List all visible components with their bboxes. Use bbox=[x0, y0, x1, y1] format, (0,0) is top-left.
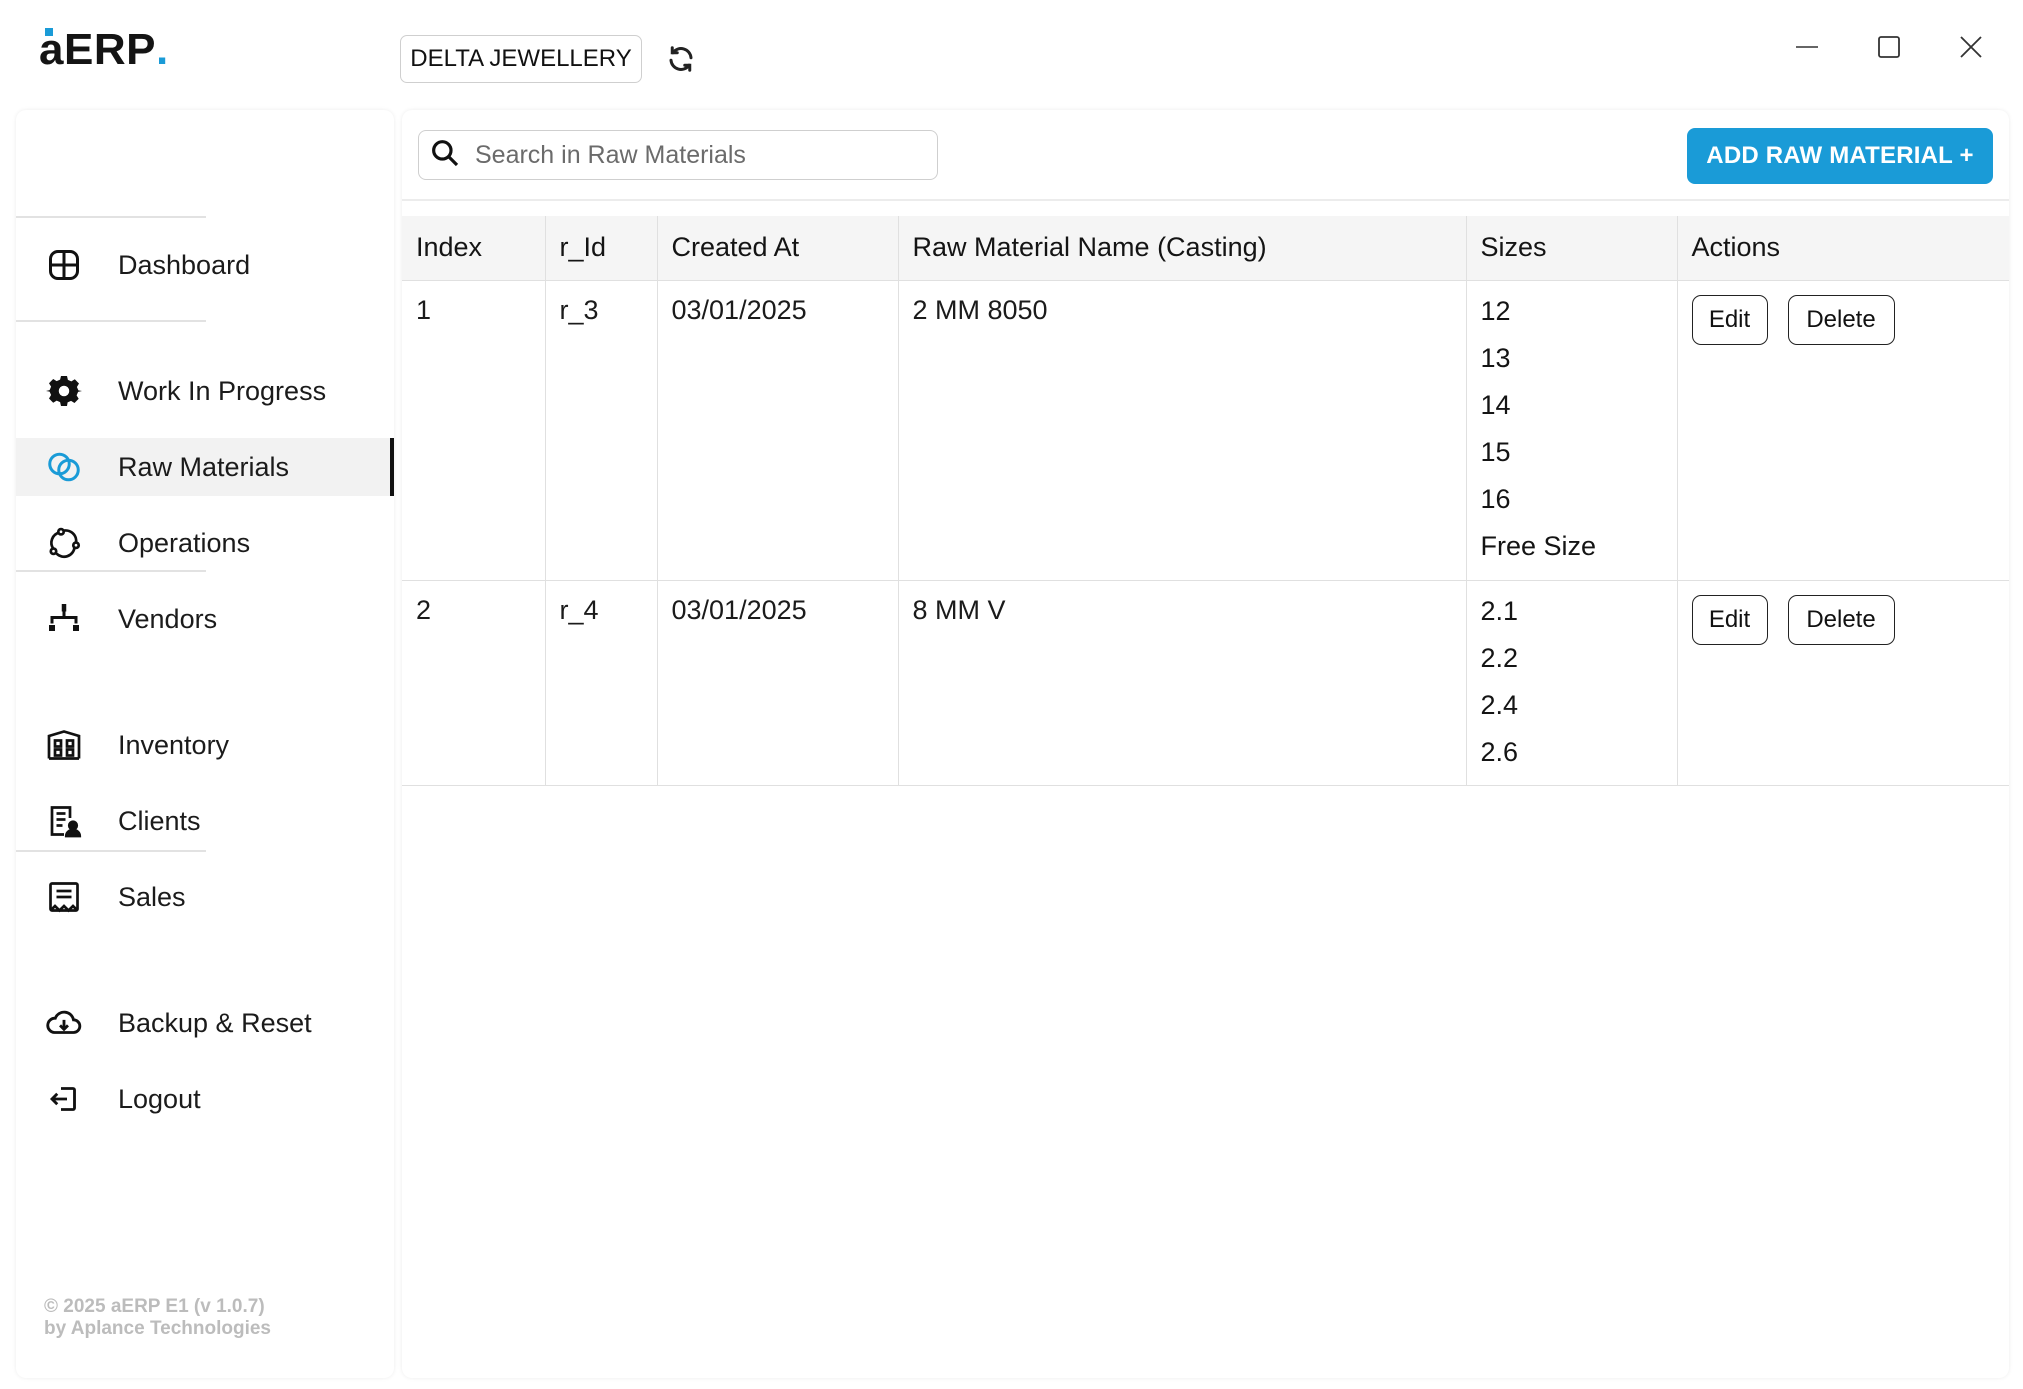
footer-version: © 2025 aERP E1 (v 1.0.7) bbox=[44, 1296, 265, 1317]
size-value: Free Size bbox=[1480, 530, 1597, 561]
cell-sizes: 12 13 14 15 16 Free Size bbox=[1466, 280, 1678, 581]
sidebar-item-work-in-progress[interactable]: Work In Progress bbox=[16, 362, 394, 420]
toolbar-divider bbox=[402, 199, 2009, 201]
cell-actions: Edit Delete bbox=[1677, 280, 2009, 581]
cell-created-at: 03/01/2025 bbox=[657, 280, 899, 581]
logo-text: aERP bbox=[39, 25, 156, 74]
title-bar: aERP. DELTA JEWELLERY bbox=[0, 0, 2023, 106]
cell-actions: Edit Delete bbox=[1677, 580, 2009, 786]
sidebar-item-logout[interactable]: Logout bbox=[16, 1070, 394, 1128]
table-row[interactable]: 1 r_3 03/01/2025 2 MM 8050 12 13 14 15 1… bbox=[402, 280, 2009, 581]
column-header-actions: Actions bbox=[1677, 216, 2009, 281]
logo-dot: . bbox=[155, 25, 169, 74]
raw-materials-icon bbox=[44, 447, 84, 487]
footer-company: by Aplance Technologies bbox=[44, 1318, 271, 1339]
logo-accent bbox=[45, 28, 53, 36]
sidebar-item-vendors[interactable]: Vendors bbox=[16, 590, 394, 648]
cell-index: 1 bbox=[402, 280, 546, 581]
delete-button[interactable]: Delete bbox=[1787, 294, 1895, 345]
gear-icon bbox=[44, 371, 84, 411]
sidebar-item-inventory[interactable]: Inventory bbox=[16, 716, 394, 774]
sidebar: Dashboard Work In Progress Raw Materials… bbox=[16, 110, 394, 1378]
cell-index: 2 bbox=[402, 580, 546, 786]
logout-icon bbox=[44, 1079, 84, 1119]
refresh-icon[interactable] bbox=[662, 40, 700, 78]
cell-r-id: r_3 bbox=[545, 280, 658, 581]
cell-name: 2 MM 8050 bbox=[898, 280, 1467, 581]
minimize-icon[interactable] bbox=[1782, 22, 1832, 72]
operations-icon bbox=[44, 523, 84, 563]
size-value: 13 bbox=[1480, 342, 1511, 373]
sidebar-item-label: Vendors bbox=[118, 603, 218, 634]
size-value: 2.6 bbox=[1480, 736, 1519, 767]
search-field[interactable] bbox=[418, 130, 938, 180]
sidebar-item-label: Work In Progress bbox=[118, 375, 327, 406]
sidebar-divider bbox=[16, 216, 206, 218]
cell-created-at: 03/01/2025 bbox=[657, 580, 899, 786]
sales-icon bbox=[44, 877, 84, 917]
edit-button[interactable]: Edit bbox=[1691, 594, 1768, 645]
edit-button[interactable]: Edit bbox=[1691, 294, 1768, 345]
size-value: 16 bbox=[1480, 483, 1511, 514]
column-header-created-at[interactable]: Created At bbox=[657, 216, 899, 281]
column-header-sizes[interactable]: Sizes bbox=[1466, 216, 1678, 281]
size-value: 2.4 bbox=[1480, 689, 1519, 720]
sidebar-item-backup-reset[interactable]: Backup & Reset bbox=[16, 994, 394, 1052]
sidebar-item-label: Inventory bbox=[118, 729, 230, 760]
clients-icon bbox=[44, 801, 84, 841]
column-header-name[interactable]: Raw Material Name (Casting) bbox=[898, 216, 1467, 281]
cell-name: 8 MM V bbox=[898, 580, 1467, 786]
table-header-row: Index r_Id Created At Raw Material Name … bbox=[402, 216, 2009, 281]
maximize-icon[interactable] bbox=[1864, 22, 1914, 72]
sidebar-divider bbox=[16, 320, 206, 322]
inventory-icon bbox=[44, 725, 84, 765]
cell-sizes: 2.1 2.2 2.4 2.6 bbox=[1466, 580, 1678, 786]
sidebar-item-label: Dashboard bbox=[118, 249, 251, 280]
company-selector-button[interactable]: DELTA JEWELLERY bbox=[400, 35, 642, 83]
size-value: 2.1 bbox=[1480, 595, 1519, 626]
cell-r-id: r_4 bbox=[545, 580, 658, 786]
search-icon bbox=[429, 137, 461, 174]
table-row[interactable]: 2 r_4 03/01/2025 8 MM V 2.1 2.2 2.4 2.6 … bbox=[402, 580, 2009, 786]
main-panel: ADD RAW MATERIAL + Index r_Id Created At… bbox=[402, 110, 2009, 1378]
sidebar-item-label: Sales bbox=[118, 881, 186, 912]
sidebar-item-operations[interactable]: Operations bbox=[16, 514, 394, 572]
vendors-icon bbox=[44, 599, 84, 639]
raw-materials-table: Index r_Id Created At Raw Material Name … bbox=[402, 216, 2009, 786]
app-logo: aERP. bbox=[39, 20, 168, 80]
sidebar-item-sales[interactable]: Sales bbox=[16, 868, 394, 926]
sidebar-item-clients[interactable]: Clients bbox=[16, 792, 394, 850]
add-raw-material-button[interactable]: ADD RAW MATERIAL + bbox=[1687, 128, 1993, 184]
dashboard-icon bbox=[44, 245, 84, 285]
close-icon[interactable] bbox=[1946, 22, 1996, 72]
search-input[interactable] bbox=[475, 140, 915, 170]
sidebar-item-label: Clients bbox=[118, 805, 201, 836]
sidebar-item-label: Raw Materials bbox=[118, 451, 290, 482]
column-header-r-id[interactable]: r_Id bbox=[545, 216, 658, 281]
size-value: 12 bbox=[1480, 295, 1511, 326]
size-value: 14 bbox=[1480, 389, 1511, 420]
sidebar-item-label: Backup & Reset bbox=[118, 1007, 312, 1038]
sidebar-item-dashboard[interactable]: Dashboard bbox=[16, 236, 394, 294]
sidebar-divider bbox=[16, 850, 206, 852]
delete-button[interactable]: Delete bbox=[1787, 594, 1895, 645]
size-value: 15 bbox=[1480, 436, 1511, 467]
sidebar-item-raw-materials[interactable]: Raw Materials bbox=[16, 438, 394, 496]
size-value: 2.2 bbox=[1480, 642, 1519, 673]
cloud-icon bbox=[44, 1003, 84, 1043]
sidebar-item-label: Operations bbox=[118, 527, 251, 558]
sidebar-divider bbox=[16, 570, 206, 572]
sidebar-item-label: Logout bbox=[118, 1083, 201, 1114]
column-header-index[interactable]: Index bbox=[402, 216, 546, 281]
